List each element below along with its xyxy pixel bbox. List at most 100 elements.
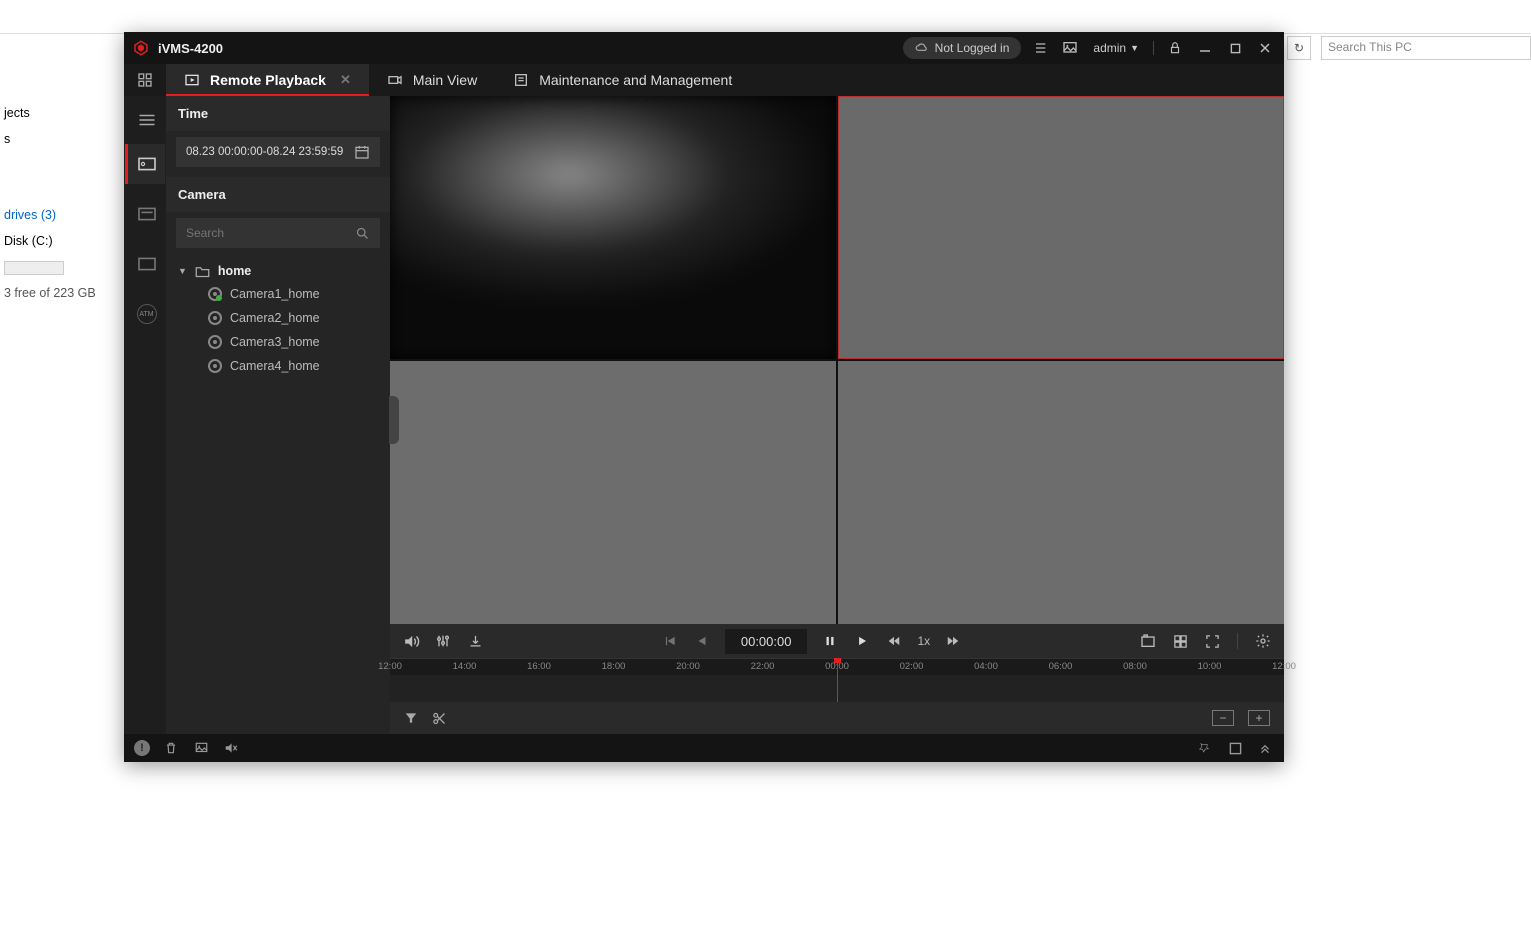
camera-item[interactable]: Camera1_home: [174, 282, 382, 306]
timeline-tick: 06:00: [1049, 661, 1073, 672]
fullscreen-icon[interactable]: [1203, 632, 1221, 650]
trash-icon[interactable]: [162, 739, 180, 757]
timeline-tick: 04:00: [974, 661, 998, 672]
restore-icon[interactable]: [1226, 739, 1244, 757]
camera-status-icon: [208, 311, 222, 325]
collapse-icon[interactable]: [1256, 739, 1274, 757]
timeline-tick: 14:00: [453, 661, 477, 672]
minimize-button[interactable]: [1194, 37, 1216, 59]
timeline-tick: 22:00: [751, 661, 775, 672]
playback-controls: 00:00:00 1x: [390, 624, 1284, 658]
folder-icon: [195, 265, 210, 278]
rail-vca-playback[interactable]: [125, 244, 165, 284]
video-cell-4[interactable]: [838, 361, 1284, 624]
maximize-button[interactable]: [1224, 37, 1246, 59]
video-cell-1[interactable]: [390, 96, 836, 359]
chevron-down-icon: ▼: [1130, 43, 1139, 53]
zoom-out-timeline[interactable]: −: [1212, 710, 1234, 726]
timeline-tick: 16:00: [527, 661, 551, 672]
tab-close-icon[interactable]: ✕: [340, 72, 351, 88]
tree-folder-home[interactable]: ▼ home: [174, 260, 382, 282]
alarm-icon[interactable]: !: [134, 740, 150, 756]
camera-tree: ▼ home Camera1_home Camera2_home Camera3_h…: [166, 254, 390, 384]
playback-icon: [184, 72, 200, 88]
fast-icon[interactable]: [944, 632, 962, 650]
rail-normal-playback[interactable]: [125, 144, 165, 184]
timeline-tick: 10:00: [1198, 661, 1222, 672]
video-cell-3[interactable]: [390, 361, 836, 624]
filter-icon[interactable]: [404, 711, 418, 725]
scissors-icon[interactable]: [432, 711, 447, 726]
timeline-tick: 02:00: [900, 661, 924, 672]
camera-status-icon: [208, 359, 222, 373]
speed-label: 1x: [917, 634, 930, 648]
camera-search[interactable]: [176, 218, 380, 248]
pin-icon[interactable]: [1196, 739, 1214, 757]
nav-item[interactable]: jects: [0, 100, 100, 126]
mute-icon[interactable]: [402, 632, 420, 650]
search-input[interactable]: [186, 226, 336, 240]
main-panel: 00:00:00 1x: [390, 96, 1284, 734]
list-icon[interactable]: [1029, 37, 1051, 59]
home-tab-button[interactable]: [124, 64, 166, 96]
video-cell-2[interactable]: [838, 96, 1284, 359]
camera-label: Camera2_home: [230, 311, 320, 325]
rail-event-playback[interactable]: [125, 194, 165, 234]
timeline[interactable]: 12:0014:0016:0018:0020:0022:0000:0002:00…: [390, 658, 1284, 702]
camera-label: Camera1_home: [230, 287, 320, 301]
sidebar-collapse-handle[interactable]: [389, 396, 399, 444]
search-icon: [355, 226, 370, 241]
timeline-tick: 08:00: [1123, 661, 1147, 672]
sound-off-icon[interactable]: [222, 739, 240, 757]
grid-icon: [137, 72, 153, 88]
camera-item[interactable]: Camera2_home: [174, 306, 382, 330]
adjust-icon[interactable]: [434, 632, 452, 650]
tab-remote-playback[interactable]: Remote Playback ✕: [166, 64, 369, 96]
download-icon[interactable]: [466, 632, 484, 650]
reverse-play-icon[interactable]: [693, 632, 711, 650]
camera-label: Camera3_home: [230, 335, 320, 349]
play-icon[interactable]: [853, 632, 871, 650]
lock-icon[interactable]: [1164, 37, 1186, 59]
disk-c[interactable]: Disk (C:): [0, 228, 100, 254]
picture-icon[interactable]: [192, 739, 210, 757]
tab-maintenance[interactable]: Maintenance and Management: [495, 64, 750, 96]
rail-atm-playback[interactable]: ATM: [125, 294, 165, 334]
video-grid: [390, 96, 1284, 624]
icon-rail: ATM: [124, 96, 166, 734]
date-range-picker[interactable]: 08.23 00:00:00-08.24 23:59:59: [176, 137, 380, 167]
titlebar: iVMS-4200 Not Logged in admin ▼: [124, 32, 1284, 64]
layout-icon[interactable]: [1171, 632, 1189, 650]
camera-status-icon: [208, 335, 222, 349]
snapshot-icon[interactable]: [1139, 632, 1157, 650]
settings-icon[interactable]: [1254, 632, 1272, 650]
explorer-search[interactable]: Search This PC: [1321, 36, 1531, 60]
nav-drives[interactable]: drives (3): [0, 202, 100, 228]
pause-icon[interactable]: [821, 632, 839, 650]
timeline-tick: 20:00: [676, 661, 700, 672]
app-title: iVMS-4200: [158, 41, 223, 56]
playback-time: 00:00:00: [725, 629, 808, 654]
tab-main-view[interactable]: Main View: [369, 64, 495, 96]
image-icon[interactable]: [1059, 37, 1081, 59]
camera-status-icon: [208, 287, 222, 301]
timeline-tools: − +: [390, 702, 1284, 734]
camera-item[interactable]: Camera3_home: [174, 330, 382, 354]
login-status-pill[interactable]: Not Logged in: [903, 37, 1022, 59]
ivms-window: iVMS-4200 Not Logged in admin ▼: [124, 32, 1284, 762]
maintenance-icon: [513, 72, 529, 88]
camera-item[interactable]: Camera4_home: [174, 354, 382, 378]
refresh-icon[interactable]: ↻: [1287, 36, 1311, 60]
chevron-down-icon: ▼: [178, 266, 187, 276]
close-button[interactable]: [1254, 37, 1276, 59]
sidebar: Time 08.23 00:00:00-08.24 23:59:59 Camer…: [166, 96, 390, 734]
app-logo-icon: [132, 39, 150, 57]
user-dropdown[interactable]: admin ▼: [1089, 41, 1143, 55]
timeline-cursor[interactable]: [837, 659, 838, 702]
slow-icon[interactable]: [885, 632, 903, 650]
prev-frame-icon[interactable]: [661, 632, 679, 650]
zoom-in-timeline[interactable]: +: [1248, 710, 1270, 726]
time-section-label: Time: [166, 96, 390, 131]
hamburger-icon[interactable]: [125, 106, 165, 134]
timeline-tick: 18:00: [602, 661, 626, 672]
